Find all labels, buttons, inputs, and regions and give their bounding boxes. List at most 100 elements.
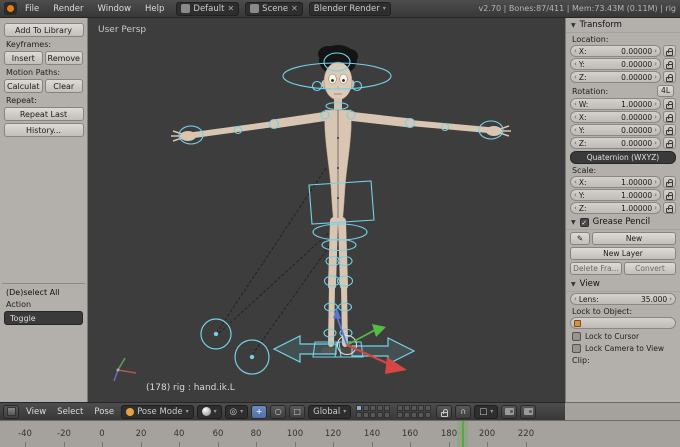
scale-z-lock-button[interactable]	[663, 202, 676, 214]
menu-window[interactable]: Window	[92, 4, 138, 14]
mode-dropdown[interactable]: Pose Mode ▾	[121, 404, 194, 419]
view-panel-header[interactable]: ▼ View	[566, 277, 680, 292]
grease-pencil-panel-header[interactable]: ▼ ✓ Grease Pencil	[566, 215, 680, 230]
lock-icon	[666, 61, 673, 69]
menu-pose[interactable]: Pose	[90, 407, 118, 417]
scale-x-field[interactable]: ‹ X: 1.00000 ›	[570, 176, 661, 188]
rotation-y-lock-button[interactable]	[663, 124, 676, 136]
rotation-w-field[interactable]: ‹ W: 1.00000 ›	[570, 98, 661, 110]
blender-logo-icon[interactable]	[4, 2, 17, 15]
rotation-w-lock-button[interactable]	[663, 98, 676, 110]
snap-element-dropdown[interactable]: □ ▾	[474, 404, 499, 419]
screen-layout-selector[interactable]: Default ✕	[176, 1, 240, 16]
calculate-paths-button[interactable]: Calculat	[4, 79, 43, 93]
viewport-canvas[interactable]: User Persp (178) rig : hand.ik.L	[88, 18, 565, 402]
lock-layers-button[interactable]	[436, 404, 453, 419]
location-z-field[interactable]: ‹ Z: 0.00000 ›	[570, 71, 661, 83]
render-engine-selector[interactable]: Blender Render ▾	[308, 1, 391, 16]
menu-view[interactable]: View	[22, 407, 50, 417]
new-layer-button[interactable]: New Layer	[570, 247, 676, 260]
remove-keyframe-button[interactable]: Remove	[44, 51, 83, 65]
layer-cell[interactable]	[377, 405, 384, 411]
rotation-lock-mode-button[interactable]: 4L	[657, 85, 674, 97]
action-toggle-dropdown[interactable]: Toggle	[4, 311, 83, 325]
location-label: Location:	[572, 35, 609, 44]
manipulator-scale-button[interactable]: □	[289, 404, 306, 419]
menu-file[interactable]: File	[19, 4, 45, 14]
delete-frame-button[interactable]: Delete Fra...	[570, 262, 622, 275]
location-z-row: ‹ Z: 0.00000 ›	[570, 71, 676, 83]
scale-z-field[interactable]: ‹ Z: 1.00000 ›	[570, 202, 661, 214]
location-x-lock-button[interactable]	[663, 45, 676, 57]
location-x-field[interactable]: ‹ X: 0.00000 ›	[570, 45, 661, 57]
unlink-scene-icon[interactable]: ✕	[291, 4, 298, 13]
layer-cell[interactable]	[425, 412, 432, 418]
render-opengl-button[interactable]	[501, 404, 518, 419]
menu-help[interactable]: Help	[139, 4, 170, 14]
layer-cell[interactable]	[370, 405, 377, 411]
editor-type-button[interactable]	[3, 404, 19, 419]
render-opengl-anim-button[interactable]	[520, 404, 537, 419]
layer-cell[interactable]	[377, 412, 384, 418]
layer-cell[interactable]	[384, 405, 391, 411]
layer-cell[interactable]	[404, 405, 411, 411]
shading-dropdown[interactable]: ▾	[196, 404, 222, 419]
add-to-library-button[interactable]: Add To Library	[3, 23, 84, 37]
deselect-all-header[interactable]: (De)select All	[6, 288, 87, 297]
insert-keyframe-button[interactable]: Insert	[4, 51, 43, 65]
layer-cell[interactable]	[404, 412, 411, 418]
layer-cell[interactable]	[411, 405, 418, 411]
scale-x-lock-button[interactable]	[663, 176, 676, 188]
layer-cell[interactable]	[384, 412, 391, 418]
lock-object-field[interactable]	[570, 317, 676, 329]
rotation-y-field[interactable]: ‹ Y: 0.00000 ›	[570, 124, 661, 136]
history-button[interactable]: History...	[3, 123, 84, 137]
grease-pencil-draw-button[interactable]: ✎	[570, 232, 590, 245]
layer-cell[interactable]	[356, 405, 363, 411]
repeat-last-button[interactable]: Repeat Last	[3, 107, 84, 121]
menu-render[interactable]: Render	[47, 4, 89, 14]
scene-selector[interactable]: Scene ✕	[245, 1, 303, 16]
transform-panel-header[interactable]: ▼ Transform	[566, 18, 680, 33]
grease-pencil-new-button[interactable]: New	[592, 232, 676, 245]
rotation-x-lock-button[interactable]	[663, 111, 676, 123]
decrement-icon: ‹	[574, 191, 577, 199]
rotation-z-field[interactable]: ‹ Z: 0.00000 ›	[570, 137, 661, 149]
rotation-mode-dropdown[interactable]: Quaternion (WXYZ)	[570, 151, 676, 164]
layer-cell[interactable]	[411, 412, 418, 418]
timeline-ruler[interactable]: -40 -20 0 20 40 60 80 100 120 140 160 18…	[0, 420, 680, 447]
layer-cell[interactable]	[418, 405, 425, 411]
lens-field[interactable]: ‹ Lens: 35.000 ›	[570, 293, 676, 305]
location-y-field[interactable]: ‹ Y: 0.00000 ›	[570, 58, 661, 70]
editor-type-icon	[6, 407, 16, 416]
snap-toggle-button[interactable]: ∩	[455, 404, 472, 419]
rotation-z-lock-button[interactable]	[663, 137, 676, 149]
layer-cell[interactable]	[356, 412, 363, 418]
menu-select[interactable]: Select	[53, 407, 87, 417]
unlink-screen-icon[interactable]: ✕	[227, 4, 234, 13]
clear-paths-button[interactable]: Clear	[44, 79, 83, 93]
location-z-lock-button[interactable]	[663, 71, 676, 83]
pole-target-controls[interactable]	[200, 318, 270, 375]
location-y-lock-button[interactable]	[663, 58, 676, 70]
layer-cell[interactable]	[418, 412, 425, 418]
layer-cell[interactable]	[425, 405, 432, 411]
manipulator-translate-button[interactable]: +	[251, 404, 268, 419]
layer-cell[interactable]	[363, 412, 370, 418]
grease-pencil-checkbox[interactable]: ✓	[579, 217, 589, 227]
convert-button[interactable]: Convert	[624, 262, 676, 275]
layer-cell[interactable]	[363, 405, 370, 411]
layer-cell[interactable]	[370, 412, 377, 418]
layer-cell[interactable]	[397, 412, 404, 418]
lock-to-cursor-checkbox[interactable]	[572, 332, 581, 341]
lock-camera-checkbox[interactable]	[572, 344, 581, 353]
pivot-dropdown[interactable]: ◎ ▾	[224, 404, 249, 419]
scale-y-field[interactable]: ‹ Y: 1.00000 ›	[570, 189, 661, 201]
viewport-3d[interactable]: User Persp (178) rig : hand.ik.L	[88, 18, 565, 402]
layer-cell[interactable]	[397, 405, 404, 411]
orientation-dropdown[interactable]: Global ▾	[308, 404, 352, 419]
manipulator-rotate-button[interactable]: ○	[270, 404, 287, 419]
current-frame-marker[interactable]	[462, 421, 464, 447]
scale-y-lock-button[interactable]	[663, 189, 676, 201]
rotation-x-field[interactable]: ‹ X: 0.00000 ›	[570, 111, 661, 123]
